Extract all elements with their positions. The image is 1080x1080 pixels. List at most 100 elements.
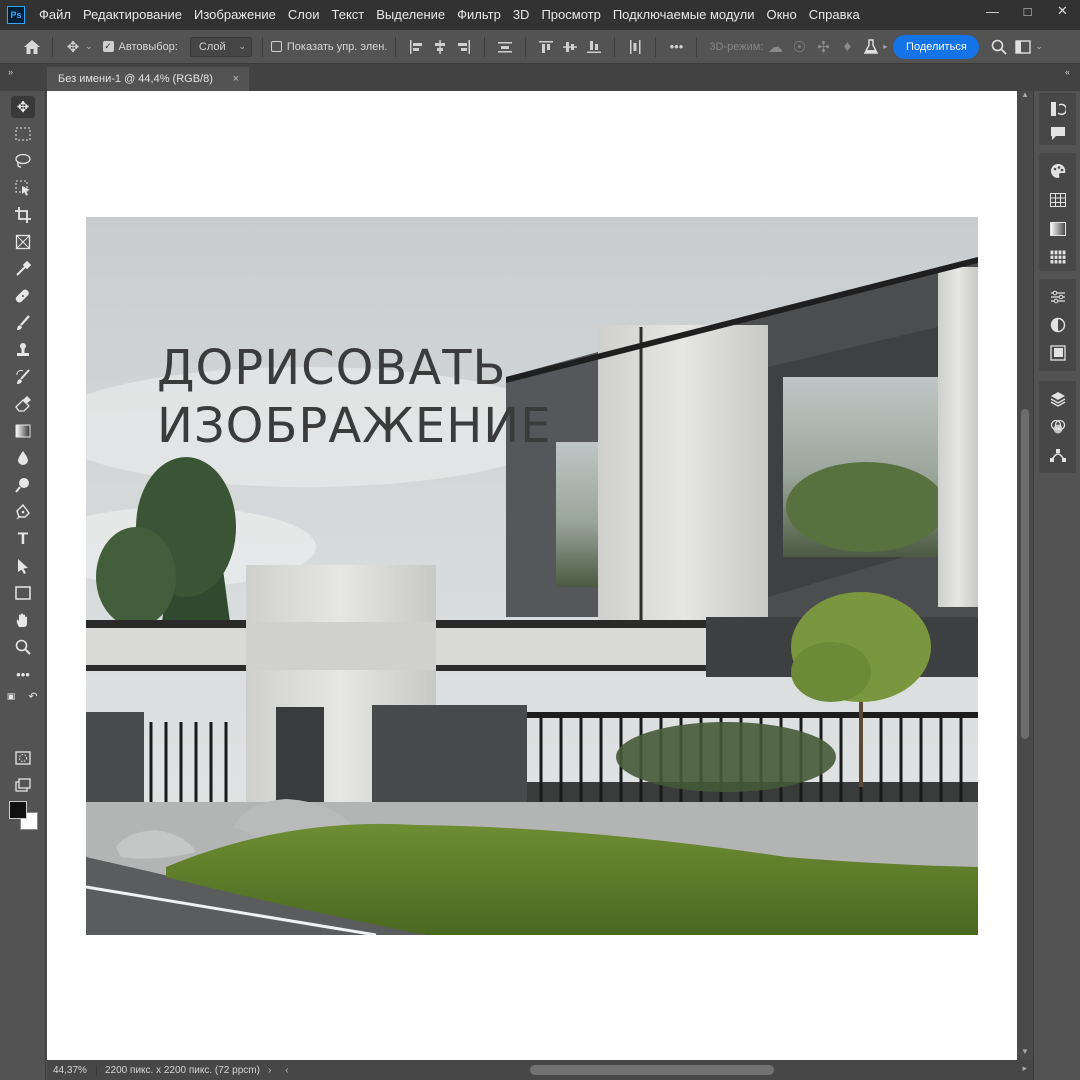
collapse-panels-icon[interactable]: « xyxy=(1065,67,1070,77)
libraries-icon[interactable] xyxy=(1048,343,1068,363)
document-tab-title: Без имени-1 @ 44,4% (RGB/8) xyxy=(58,73,213,85)
align-right-icon[interactable] xyxy=(452,35,476,59)
align-middle-icon[interactable] xyxy=(558,35,582,59)
menu-3d[interactable]: 3D xyxy=(507,0,536,30)
autoselect-dropdown[interactable]: Слой ⌄ xyxy=(189,36,252,57)
menu-view[interactable]: Просмотр xyxy=(535,0,606,30)
menu-layers[interactable]: Слои xyxy=(282,0,326,30)
chevron-down-icon[interactable]: ⌄ xyxy=(1035,41,1043,52)
menu-select[interactable]: Выделение xyxy=(370,0,451,30)
adjustments-icon[interactable] xyxy=(1048,315,1068,335)
show-transform-label: Показать упр. элен. xyxy=(286,40,388,53)
separator xyxy=(395,36,397,57)
align-center-icon[interactable] xyxy=(428,35,452,59)
object-selection-tool-icon[interactable] xyxy=(11,177,35,199)
menu-image[interactable]: Изображение xyxy=(188,0,282,30)
scroll-up-icon[interactable]: ▲ xyxy=(1021,90,1029,99)
pan-3d-icon[interactable]: ✣ xyxy=(811,35,835,59)
artwork-headline: ДОРИСОВАТЬ ИЗОБРАЖЕНИЕ xyxy=(157,339,552,455)
close-window-icon[interactable]: ✕ xyxy=(1045,0,1080,22)
foreground-color-swatch[interactable] xyxy=(9,801,27,819)
type-tool-icon[interactable]: T xyxy=(11,528,35,550)
menu-type[interactable]: Текст xyxy=(326,0,371,30)
search-icon[interactable] xyxy=(987,35,1011,59)
vertical-scrollbar[interactable]: ▲ ▼ xyxy=(1017,90,1033,1060)
edit-toolbar-icon[interactable]: ••• xyxy=(11,663,35,685)
separator xyxy=(52,36,53,57)
layers-icon[interactable] xyxy=(1048,389,1068,409)
pen-tool-icon[interactable] xyxy=(11,501,35,523)
share-button[interactable]: Поделиться xyxy=(893,34,980,59)
document-tab[interactable]: Без имени-1 @ 44,4% (RGB/8) × xyxy=(47,67,249,91)
patterns-icon[interactable] xyxy=(1048,247,1068,267)
swap-colors-icon[interactable]: ↶ xyxy=(26,689,40,703)
status-bar: 44,37% 2200 пикс. x 2200 пикс. (72 ppcm)… xyxy=(47,1060,289,1080)
menu-file[interactable]: Файл xyxy=(33,0,77,30)
scroll-down-icon[interactable]: ▼ xyxy=(1021,1047,1029,1056)
default-colors-icon[interactable]: ▣ xyxy=(4,689,18,703)
artwork-image xyxy=(86,217,978,935)
minimize-icon[interactable]: — xyxy=(975,0,1010,22)
crop-tool-icon[interactable] xyxy=(11,204,35,226)
gradients-icon[interactable] xyxy=(1048,219,1068,239)
orbit-3d-icon[interactable]: ☁ xyxy=(763,35,787,59)
distribute-horizontal-icon[interactable] xyxy=(623,35,647,59)
menu-edit[interactable]: Редактирование xyxy=(77,0,188,30)
menu-filter[interactable]: Фильтр xyxy=(451,0,507,30)
history-icon[interactable] xyxy=(1048,99,1068,119)
zoom-level[interactable]: 44,37% xyxy=(47,1064,97,1076)
menu-help[interactable]: Справка xyxy=(803,0,866,30)
swatches-icon[interactable] xyxy=(1048,190,1068,210)
chevron-down-icon[interactable]: ⌄ xyxy=(85,41,93,52)
home-icon[interactable] xyxy=(20,35,44,59)
show-transform-checkbox[interactable] xyxy=(270,41,282,52)
move-tool-icon[interactable]: ✥ xyxy=(11,96,35,118)
clone-stamp-tool-icon[interactable] xyxy=(11,339,35,361)
flask-icon[interactable] xyxy=(859,35,883,59)
lasso-tool-icon[interactable] xyxy=(11,150,35,172)
align-left-icon[interactable] xyxy=(404,35,428,59)
restore-icon[interactable]: □ xyxy=(1010,0,1045,22)
eraser-tool-icon[interactable] xyxy=(11,393,35,415)
align-top-icon[interactable] xyxy=(534,35,558,59)
gradient-tool-icon[interactable] xyxy=(11,420,35,442)
blur-tool-icon[interactable] xyxy=(11,447,35,469)
screen-mode-icon[interactable] xyxy=(11,774,35,796)
align-bottom-icon[interactable] xyxy=(582,35,606,59)
menu-window[interactable]: Окно xyxy=(760,0,802,30)
close-tab-icon[interactable]: × xyxy=(233,73,239,85)
quick-mask-icon[interactable] xyxy=(11,747,35,769)
rectangle-tool-icon[interactable] xyxy=(11,582,35,604)
history-brush-tool-icon[interactable] xyxy=(11,366,35,388)
dodge-tool-icon[interactable] xyxy=(11,474,35,496)
eyedropper-tool-icon[interactable] xyxy=(11,258,35,280)
horizontal-scroll-thumb[interactable] xyxy=(530,1065,774,1075)
scroll-right-icon[interactable]: ▸ xyxy=(1022,1063,1027,1074)
brush-tool-icon[interactable] xyxy=(11,312,35,334)
frame-tool-icon[interactable] xyxy=(11,231,35,253)
hand-tool-icon[interactable] xyxy=(11,609,35,631)
roll-3d-icon[interactable]: ☉ xyxy=(787,35,811,59)
menu-plugins[interactable]: Подключаемые модули xyxy=(607,0,761,30)
workspace-icon[interactable] xyxy=(1011,35,1035,59)
properties-icon[interactable] xyxy=(1048,287,1068,307)
document-canvas[interactable]: ДОРИСОВАТЬ ИЗОБРАЖЕНИЕ xyxy=(47,91,1017,1060)
comments-icon[interactable] xyxy=(1048,123,1068,143)
channels-icon[interactable] xyxy=(1048,417,1068,437)
autoselect-checkbox[interactable]: ✓ xyxy=(102,41,114,52)
zoom-tool-icon[interactable] xyxy=(11,636,35,658)
expand-toolbar-icon[interactable]: » xyxy=(8,67,13,77)
vertical-scroll-thumb[interactable] xyxy=(1021,409,1029,739)
scroll-left-icon[interactable]: ‹ xyxy=(285,1065,288,1076)
status-menu-icon[interactable]: › xyxy=(268,1065,271,1076)
app-logo: Ps xyxy=(7,6,25,24)
slide-3d-icon[interactable]: ♦ xyxy=(835,35,859,59)
healing-brush-tool-icon[interactable] xyxy=(11,285,35,307)
distribute-vertical-icon[interactable] xyxy=(493,35,517,59)
path-selection-tool-icon[interactable] xyxy=(11,555,35,577)
color-palette-icon[interactable] xyxy=(1048,161,1068,181)
more-options-icon[interactable]: ••• xyxy=(664,35,688,59)
paths-icon[interactable] xyxy=(1048,445,1068,465)
move-tool-preset-icon[interactable]: ✥ xyxy=(61,35,85,59)
marquee-tool-icon[interactable] xyxy=(11,123,35,145)
